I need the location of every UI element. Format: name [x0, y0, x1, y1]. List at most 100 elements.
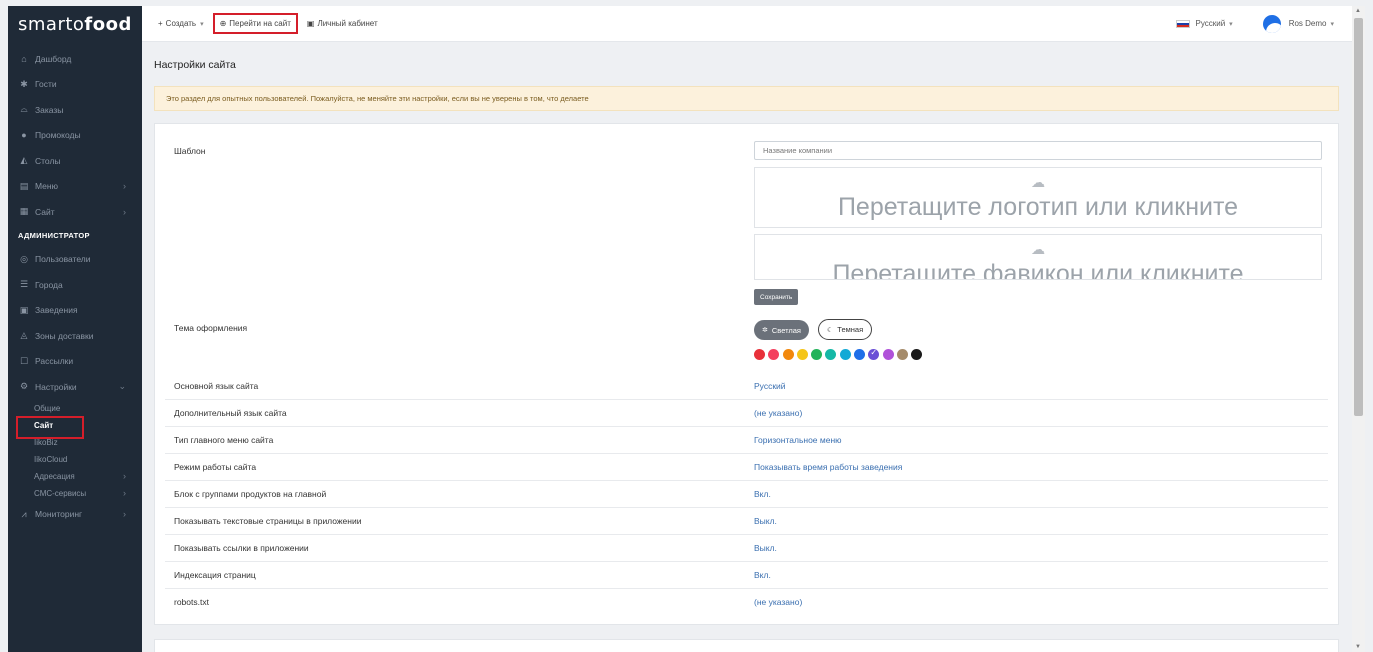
topbar-right: Русский ▾ Ros Demo ▾: [1176, 14, 1334, 33]
sidebar-item-guests[interactable]: ✱ Гости: [8, 72, 142, 98]
scroll-down-arrow-icon[interactable]: ▼: [1355, 644, 1361, 650]
setting-label: robots.txt: [174, 597, 209, 607]
sidebar-item-menu[interactable]: ▤ Меню ›: [8, 174, 142, 200]
setting-label: Дополнительный язык сайта: [174, 408, 287, 418]
color-swatch[interactable]: [782, 349, 794, 360]
save-button[interactable]: Сохранить: [754, 289, 799, 305]
chevron-down-icon: ▾: [1330, 20, 1334, 28]
sidebar-item-delivery-zones[interactable]: ◬ Зоны доставки: [8, 323, 142, 349]
color-swatch[interactable]: [882, 349, 894, 360]
theme-label: Тема оформления: [174, 323, 248, 333]
setting-label: Индексация страниц: [174, 570, 256, 580]
row-divider: [165, 507, 1328, 508]
chevron-down-icon: ▾: [1229, 20, 1233, 28]
logo-dropzone[interactable]: ☁ Перетащите логотип или кликните: [754, 167, 1322, 228]
row-divider: [165, 534, 1328, 535]
scroll-thumb[interactable]: [1354, 18, 1363, 416]
chevron-down-icon: ⌄: [118, 381, 126, 392]
user-menu[interactable]: Ros Demo ▾: [1262, 14, 1334, 33]
sidebar-admin-nav: ◎ Пользователи ☰ Города ▣ Заведения ◬ Зоны д…: [8, 247, 142, 400]
chevron-right-icon: ›: [123, 206, 126, 217]
setting-label: Тип главного меню сайта: [174, 435, 274, 445]
row-divider: [165, 426, 1328, 427]
sidebar-item-venues[interactable]: ▣ Заведения: [8, 298, 142, 324]
company-name-input[interactable]: Название компании: [754, 141, 1322, 160]
sidebar-subitem-iikobiz[interactable]: IikoBiz: [8, 434, 142, 451]
color-swatch[interactable]: [825, 349, 837, 360]
setting-value-link[interactable]: Вкл.: [754, 570, 771, 580]
sidebar-subitem-site[interactable]: Сайт: [8, 415, 142, 439]
logo-part2: food: [84, 13, 132, 35]
sidebar-item-promocodes[interactable]: ● Промокоды: [8, 123, 142, 149]
color-swatch[interactable]: [854, 349, 866, 360]
brand-logo[interactable]: smarto food: [8, 6, 142, 42]
scrollbar[interactable]: ▲ ▼: [1352, 6, 1365, 652]
avatar: [1262, 14, 1281, 33]
sidebar-item-mailings[interactable]: ☐ Рассылки: [8, 349, 142, 375]
language-label: Русский: [1195, 19, 1226, 28]
chevron-down-icon: ▾: [200, 20, 204, 28]
home-icon: ⌂: [21, 53, 27, 64]
setting-value-link[interactable]: Горизонтальное меню: [754, 435, 842, 445]
venue-icon: ▣: [19, 304, 29, 315]
setting-value-link[interactable]: Выкл.: [754, 516, 777, 526]
sidebar-subitem-iikocloud[interactable]: IikoCloud: [8, 451, 142, 468]
sidebar-item-label: Гости: [35, 79, 57, 90]
page-title: Настройки сайта: [154, 59, 236, 71]
setting-label: Основной язык сайта: [174, 381, 259, 391]
setting-value-link[interactable]: (не указано): [754, 597, 802, 607]
setting-value-link[interactable]: (не указано): [754, 408, 802, 418]
theme-dark-label: Темная: [837, 325, 864, 334]
sidebar-subitem-sms[interactable]: СМС-сервисы ›: [8, 485, 142, 502]
color-swatch[interactable]: [896, 349, 908, 360]
sidebar-item-label: Рассылки: [35, 356, 74, 367]
setting-value-link[interactable]: Показывать время работы заведения: [754, 462, 902, 472]
color-swatch[interactable]: [754, 349, 765, 360]
sidebar-item-label: Настройки: [35, 381, 77, 392]
color-swatch[interactable]: [796, 349, 808, 360]
setting-value-link[interactable]: Русский: [754, 381, 786, 391]
setting-value-link[interactable]: Вкл.: [754, 489, 771, 499]
sidebar-item-orders[interactable]: ⌓ Заказы: [8, 97, 142, 123]
moon-icon: ☾: [827, 326, 834, 334]
logo-drop-text: Перетащите логотип или кликните: [837, 193, 1239, 221]
sidebar-item-site[interactable]: ▦ Сайт ›: [8, 199, 142, 225]
sidebar-item-dashboard[interactable]: ⌂ Дашборд: [8, 46, 142, 72]
sidebar-subitem-general[interactable]: Общие: [8, 400, 142, 417]
sidebar-item-tables[interactable]: ◭ Столы: [8, 148, 142, 174]
pulse-icon: ⩘: [21, 508, 27, 519]
theme-dark-button[interactable]: ☾ Темная: [818, 319, 873, 340]
color-swatch[interactable]: [868, 348, 880, 360]
sidebar-item-label: Меню: [35, 181, 58, 192]
sidebar-item-settings[interactable]: ⚙ Настройки ⌄: [8, 374, 142, 400]
color-swatch[interactable]: [811, 349, 823, 360]
create-button[interactable]: + Создать ▾: [158, 19, 204, 28]
theme-light-button[interactable]: ✲ Светлая: [754, 320, 809, 340]
visit-site-button[interactable]: ⊕ Перейти на сайт: [212, 13, 298, 34]
sidebar-subitem-addressing[interactable]: Адресация ›: [8, 468, 142, 485]
cloud-upload-icon: ☁: [1031, 174, 1045, 190]
row-divider: [165, 453, 1328, 454]
sidebar-item-label: Города: [35, 279, 63, 290]
scroll-up-arrow-icon[interactable]: ▲: [1355, 8, 1361, 14]
sidebar-item-cities[interactable]: ☰ Города: [8, 272, 142, 298]
settings-submenu: Общие Сайт IikoBiz IikoCloud Адресация › …: [8, 400, 142, 502]
sidebar-item-label: Столы: [35, 155, 61, 166]
sidebar-item-users[interactable]: ◎ Пользователи: [8, 247, 142, 273]
theme-light-label: Светлая: [771, 325, 801, 335]
chevron-right-icon: ›: [123, 509, 126, 520]
cities-icon: ☰: [19, 279, 29, 290]
color-swatch[interactable]: [911, 349, 923, 360]
setting-value-link[interactable]: Выкл.: [754, 543, 777, 553]
color-swatch[interactable]: [768, 349, 780, 360]
favicon-dropzone[interactable]: ☁ Перетащите фавикон или кликните: [754, 234, 1322, 280]
language-selector[interactable]: Русский ▾: [1176, 19, 1233, 28]
account-button[interactable]: ▣ Личный кабинет: [307, 19, 378, 28]
row-divider: [165, 561, 1328, 562]
bag-icon: ⌓: [20, 104, 28, 115]
color-swatch[interactable]: [839, 349, 851, 360]
site-settings-card: Шаблон Название компании ☁ Перетащите ло…: [154, 123, 1339, 625]
setting-label: Блок с группами продуктов на главной: [174, 489, 327, 499]
sidebar-item-monitoring[interactable]: ⩘ Мониторинг ›: [8, 502, 142, 528]
russia-flag-icon: [1176, 19, 1191, 28]
